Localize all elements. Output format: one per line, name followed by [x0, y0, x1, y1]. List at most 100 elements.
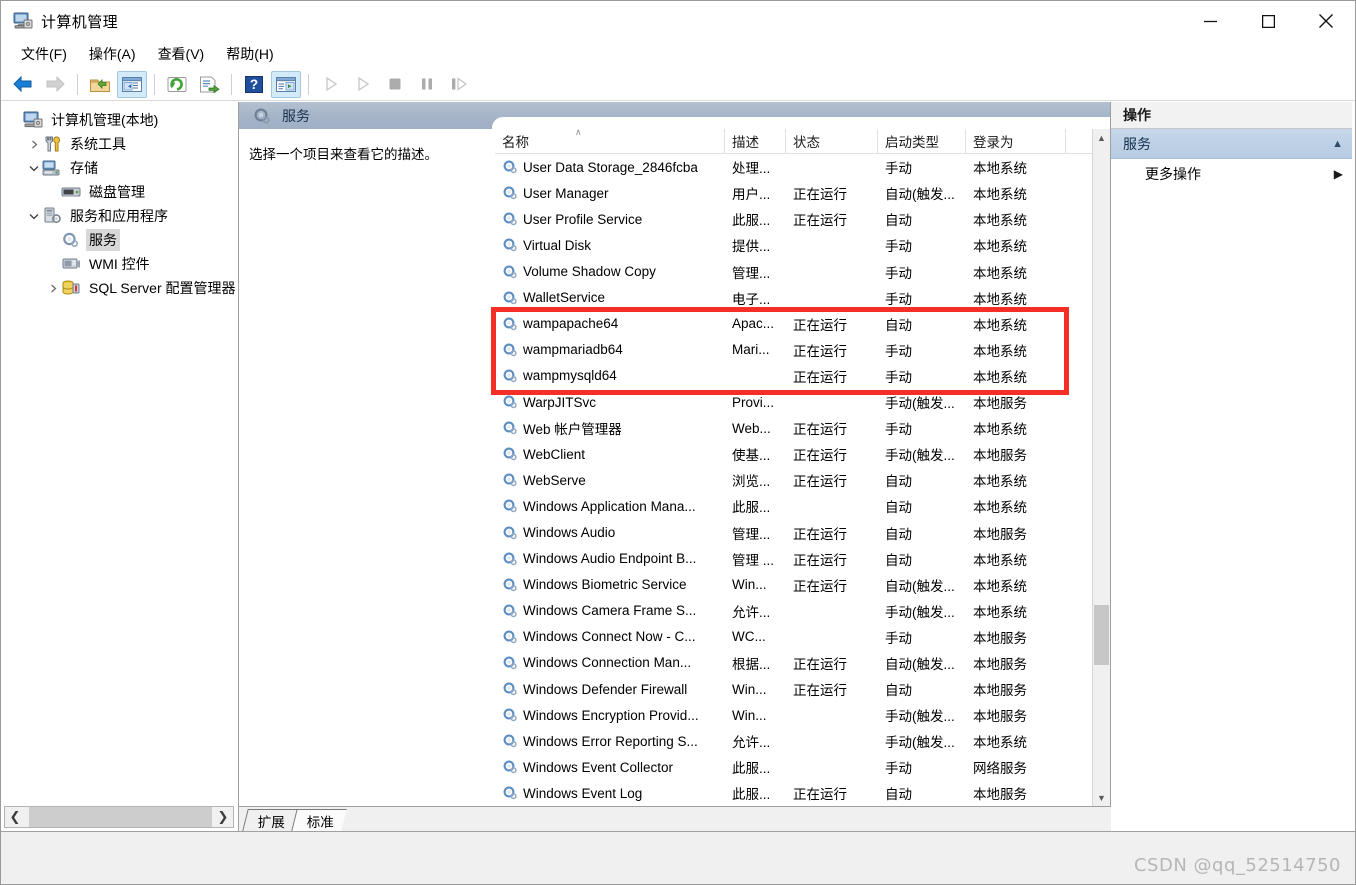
menu-file[interactable]: 文件(F) [10, 41, 78, 68]
menu-help[interactable]: 帮助(H) [215, 41, 284, 68]
chevron-down-icon[interactable] [26, 204, 42, 228]
tree-item-4[interactable]: 服务和应用程序 [7, 204, 238, 228]
scroll-down-icon[interactable]: ▼ [1093, 789, 1110, 806]
cell-logon: 本地系统 [973, 317, 1027, 333]
table-row[interactable]: Windows Biometric Service Win... 正在运行 自动(触发… [495, 572, 1110, 598]
column-name[interactable]: 名称 ∧ [495, 129, 725, 154]
chevron-up-icon[interactable]: ▲ [1332, 138, 1343, 150]
table-row[interactable]: Windows Encryption Provid... Win... 手动(触发.… [495, 702, 1110, 728]
cell-description: Web... [732, 420, 771, 436]
maximize-button[interactable] [1239, 1, 1297, 41]
show-action-pane-icon[interactable] [271, 70, 301, 98]
actions-group-label: 服务 [1123, 135, 1151, 152]
column-header-label: 描述 [732, 135, 759, 151]
column-header-label: 启动类型 [885, 135, 939, 151]
service-gear-icon [502, 525, 519, 541]
table-row[interactable]: wampmysqld64 正在运行 手动 本地系统 [495, 363, 1110, 389]
tree-horizontal-scrollbar[interactable]: ❮ ❯ [4, 806, 234, 828]
table-row[interactable]: Windows Camera Frame S... 允许... 手动(触发... 本地… [495, 598, 1110, 624]
status-badge: 正在运行 [793, 578, 847, 594]
help-icon[interactable]: ? [239, 71, 269, 98]
table-row[interactable]: WarpJITSvc Provi... 手动(触发... 本地服务 [495, 389, 1110, 415]
scroll-right-icon[interactable]: ❯ [213, 807, 233, 827]
table-row[interactable]: User Data Storage_2846fcba 处理... 手动 本地系统 [495, 154, 1110, 180]
table-row[interactable]: Windows Event Collector 此服... 手动 网络服务 [495, 754, 1110, 780]
column-startup[interactable]: 启动类型 [878, 129, 966, 154]
tree-item-7[interactable]: SQL Server 配置管理器 [7, 276, 238, 300]
table-row[interactable]: WebClient 使基... 正在运行 手动(触发... 本地服务 [495, 441, 1110, 467]
chevron-right-icon[interactable] [26, 132, 42, 156]
cell-description: 管理... [732, 265, 771, 281]
cell-description: 电子... [732, 291, 771, 307]
table-row[interactable]: Windows Error Reporting S... 允许... 手动(触发..… [495, 728, 1110, 754]
table-row[interactable]: WebServe 浏览... 正在运行 自动 本地系统 [495, 467, 1110, 493]
table-row[interactable]: Windows Audio 管理... 正在运行 自动 本地服务 [495, 519, 1110, 545]
tree-item-1[interactable]: 系统工具 [7, 132, 238, 156]
table-row[interactable]: WalletService 电子... 手动 本地系统 [495, 285, 1110, 311]
table-row[interactable]: Volume Shadow Copy 管理... 手动 本地系统 [495, 259, 1110, 285]
service-gear-icon [502, 342, 519, 358]
cell-logon: 本地系统 [973, 343, 1027, 359]
column-status[interactable]: 状态 [786, 129, 878, 154]
chevron-right-icon[interactable]: ▶ [1334, 167, 1343, 181]
tab-extended[interactable]: 扩展 [242, 809, 298, 831]
column-logon[interactable]: 登录为 [966, 129, 1066, 154]
minimize-button[interactable] [1181, 1, 1239, 41]
table-row[interactable]: User Profile Service 此服... 正在运行 自动 本地系统 [495, 206, 1110, 232]
menu-view[interactable]: 查看(V) [147, 41, 216, 68]
tree-twisty-empty [7, 108, 23, 132]
chevron-down-icon[interactable] [26, 156, 42, 180]
cell-startup: 手动 [885, 761, 912, 777]
tree-item-label: 服务 [86, 229, 120, 251]
services-vscroll-thumb[interactable] [1094, 605, 1109, 666]
forward-icon [40, 71, 70, 98]
service-gear-icon [502, 290, 519, 306]
show-hide-tree-icon[interactable] [117, 70, 147, 98]
cell-status [786, 708, 878, 723]
cell-name: Windows Event Log [495, 785, 725, 801]
table-row[interactable]: User Manager 用户... 正在运行 自动(触发... 本地系统 [495, 180, 1110, 206]
main-area: 计算机管理(本地) 系统工具 存储 磁盘管理 服务和应用程序 服务 WMI 控件 SQL Se… [1, 102, 1355, 831]
tree-item-2[interactable]: 存储 [7, 156, 238, 180]
table-row[interactable]: Windows Application Mana... 此服... 自动 本地系统 [495, 493, 1110, 519]
close-button[interactable] [1297, 1, 1355, 41]
cell-startup: 自动(触发... [885, 578, 955, 594]
service-name-label: WebClient [523, 446, 586, 462]
table-row[interactable]: Windows Connect Now - C... WC... 手动 本地服务 [495, 624, 1110, 650]
tab-standard[interactable]: 标准 [291, 809, 347, 831]
table-row[interactable]: Web 帐户管理器 Web... 正在运行 手动 本地系统 [495, 415, 1110, 441]
tree-item-5[interactable]: 服务 [7, 228, 238, 252]
export-list-icon[interactable] [194, 71, 224, 98]
tree-item-0[interactable]: 计算机管理(本地) [7, 108, 238, 132]
cell-logon: 本地系统 [973, 213, 1027, 229]
menu-action[interactable]: 操作(A) [78, 41, 147, 68]
refresh-icon[interactable] [162, 71, 192, 98]
tree-hscroll-thumb[interactable] [29, 807, 212, 827]
table-row[interactable]: Windows Event Log 此服... 正在运行 自动 本地服务 [495, 780, 1110, 806]
up-folder-icon[interactable] [85, 71, 115, 98]
tree-item-3[interactable]: 磁盘管理 [7, 180, 238, 204]
tree-item-label: 计算机管理(本地) [51, 112, 159, 128]
action-more-actions[interactable]: 更多操作 ▶ [1111, 159, 1352, 189]
scroll-up-icon[interactable]: ▲ [1093, 129, 1110, 146]
tree-item-6[interactable]: WMI 控件 [7, 252, 238, 276]
table-row[interactable]: wampmariadb64 Mari... 正在运行 手动 本地系统 [495, 337, 1110, 363]
table-row[interactable]: Virtual Disk 提供... 手动 本地系统 [495, 232, 1110, 258]
table-row[interactable]: Windows Audio Endpoint B... 管理 ... 正在运行 自动 本… [495, 546, 1110, 572]
column-header-label: 名称 [502, 135, 529, 151]
table-row[interactable]: wampapache64 Apac... 正在运行 自动 本地系统 [495, 311, 1110, 337]
table-row[interactable]: Windows Connection Man... 根据... 正在运行 自动(触发.… [495, 650, 1110, 676]
tree-hscroll-track[interactable] [25, 807, 213, 827]
column-description[interactable]: 描述 [725, 129, 786, 154]
back-icon[interactable] [8, 71, 38, 98]
scroll-left-icon[interactable]: ❮ [5, 807, 25, 827]
cell-description: 管理 ... [732, 552, 775, 568]
cell-name: Windows Error Reporting S... [495, 733, 725, 749]
service-gear-icon [502, 316, 519, 332]
cell-name: Windows Encryption Provid... [495, 707, 725, 723]
actions-group-services[interactable]: 服务 ▲ [1111, 129, 1352, 159]
table-row[interactable]: Windows Defender Firewall Win... 正在运行 自动 本地服… [495, 676, 1110, 702]
chevron-right-icon[interactable] [45, 276, 61, 300]
services-vertical-scrollbar[interactable]: ▲ ▼ [1092, 129, 1110, 807]
cell-startup: 自动(触发... [885, 187, 955, 203]
